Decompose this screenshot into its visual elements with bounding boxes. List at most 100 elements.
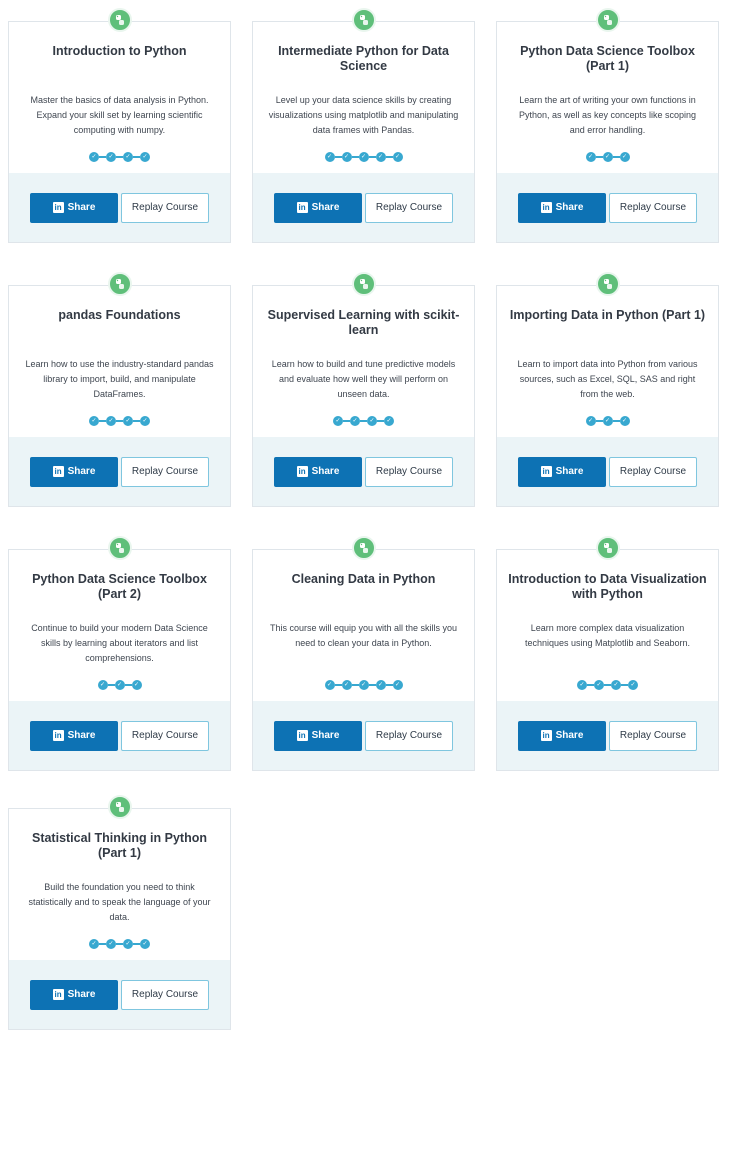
course-card: Importing Data in Python (Part 1) Learn … — [496, 272, 719, 507]
course-card: Introduction to Data Visualization with … — [496, 536, 719, 771]
check-circle-icon: ✓ — [324, 152, 335, 162]
linkedin-icon: in — [296, 730, 308, 741]
chapter-connector — [604, 684, 611, 686]
course-card: Intermediate Python for Data Science Lev… — [252, 8, 475, 243]
share-label: Share — [311, 730, 340, 741]
chapter-connector — [377, 420, 384, 422]
replay-course-button[interactable]: Replay Course — [365, 720, 453, 751]
course-description: This course will equip you with all the … — [269, 623, 458, 648]
share-button[interactable]: in Share — [274, 456, 362, 487]
check-circle-icon: ✓ — [333, 416, 343, 426]
check-circle-icon: ✓ — [140, 416, 150, 426]
linkedin-icon: in — [52, 730, 64, 741]
check-circle-icon: ✓ — [123, 152, 133, 162]
linkedin-icon: in — [540, 466, 552, 477]
course-card: Statistical Thinking in Python (Part 1) … — [8, 795, 231, 1030]
python-logo-icon — [595, 8, 620, 32]
replay-course-button[interactable]: Replay Course — [609, 456, 697, 487]
check-circle-icon: ✓ — [375, 152, 386, 162]
replay-course-button[interactable]: Replay Course — [609, 192, 697, 223]
linkedin-icon: in — [52, 989, 64, 1000]
check-circle-icon: ✓ — [97, 680, 108, 690]
share-label: Share — [555, 466, 584, 477]
chapter-progress: ✓ ✓ ✓ — [9, 679, 230, 691]
share-label: Share — [311, 466, 340, 477]
check-circle-icon: ✓ — [602, 152, 613, 162]
chapter-connector — [368, 156, 376, 158]
check-circle-icon: ✓ — [619, 416, 630, 426]
check-circle-icon: ✓ — [585, 416, 596, 426]
python-logo-icon — [351, 536, 376, 560]
check-circle-icon: ✓ — [577, 680, 587, 690]
card-footer: in Share Replay Course — [9, 173, 230, 242]
check-circle-icon: ✓ — [140, 152, 150, 162]
share-button[interactable]: in Share — [30, 456, 118, 487]
chapter-connector — [116, 156, 123, 158]
chapter-connector — [587, 684, 594, 686]
chapter-connector — [133, 420, 140, 422]
python-logo-icon — [351, 8, 376, 32]
check-circle-icon: ✓ — [106, 939, 116, 949]
share-label: Share — [555, 730, 584, 741]
share-label: Share — [311, 202, 340, 213]
course-card: Cleaning Data in Python This course will… — [252, 536, 475, 771]
chapter-progress: ✓ ✓ ✓ ✓ — [9, 938, 230, 950]
chapter-connector — [612, 156, 620, 158]
check-circle-icon: ✓ — [367, 416, 377, 426]
check-circle-icon: ✓ — [619, 152, 630, 162]
share-button[interactable]: in Share — [518, 720, 606, 751]
check-circle-icon: ✓ — [392, 152, 403, 162]
check-circle-icon: ✓ — [89, 152, 99, 162]
replay-course-button[interactable]: Replay Course — [609, 720, 697, 751]
chapter-connector — [99, 420, 106, 422]
replay-course-button[interactable]: Replay Course — [121, 720, 209, 751]
check-circle-icon: ✓ — [324, 680, 335, 690]
share-button[interactable]: in Share — [274, 192, 362, 223]
python-logo-icon — [107, 795, 132, 819]
course-description: Learn the art of writing your own functi… — [518, 95, 697, 135]
check-circle-icon: ✓ — [89, 416, 99, 426]
card-footer: in Share Replay Course — [497, 437, 718, 506]
chapter-connector — [595, 156, 603, 158]
replay-course-button[interactable]: Replay Course — [121, 456, 209, 487]
chapter-connector — [385, 684, 393, 686]
share-button[interactable]: in Share — [518, 456, 606, 487]
course-grid: Introduction to Python Master the basics… — [0, 0, 741, 1158]
share-label: Share — [555, 202, 584, 213]
chapter-connector — [360, 420, 367, 422]
chapter-progress: ✓ ✓ ✓ ✓ — [497, 679, 718, 691]
chapter-progress: ✓ ✓ ✓ — [497, 415, 718, 427]
linkedin-icon: in — [296, 202, 308, 213]
chapter-progress: ✓ ✓ ✓ ✓ ✓ — [253, 679, 474, 691]
python-logo-icon — [107, 272, 132, 296]
card-footer: in Share Replay Course — [9, 701, 230, 770]
check-circle-icon: ✓ — [628, 680, 638, 690]
course-card: Python Data Science Toolbox (Part 1) Lea… — [496, 8, 719, 243]
check-circle-icon: ✓ — [585, 152, 596, 162]
chapter-connector — [133, 943, 140, 945]
card-footer: in Share Replay Course — [497, 173, 718, 242]
check-circle-icon: ✓ — [341, 680, 352, 690]
check-circle-icon: ✓ — [114, 680, 125, 690]
share-button[interactable]: in Share — [274, 720, 362, 751]
replay-course-button[interactable]: Replay Course — [365, 456, 453, 487]
course-card: Python Data Science Toolbox (Part 2) Con… — [8, 536, 231, 771]
check-circle-icon: ✓ — [106, 416, 116, 426]
share-button[interactable]: in Share — [518, 192, 606, 223]
chapter-connector — [334, 684, 342, 686]
replay-course-button[interactable]: Replay Course — [121, 979, 209, 1010]
share-button[interactable]: in Share — [30, 192, 118, 223]
replay-course-button[interactable]: Replay Course — [365, 192, 453, 223]
check-circle-icon: ✓ — [131, 680, 142, 690]
linkedin-icon: in — [540, 202, 552, 213]
linkedin-icon: in — [296, 466, 308, 477]
share-button[interactable]: in Share — [30, 979, 118, 1010]
chapter-connector — [385, 156, 393, 158]
check-circle-icon: ✓ — [140, 939, 150, 949]
course-card: Introduction to Python Master the basics… — [8, 8, 231, 243]
card-footer: in Share Replay Course — [253, 437, 474, 506]
python-logo-icon — [595, 536, 620, 560]
check-circle-icon: ✓ — [384, 416, 394, 426]
share-button[interactable]: in Share — [30, 720, 118, 751]
replay-course-button[interactable]: Replay Course — [121, 192, 209, 223]
